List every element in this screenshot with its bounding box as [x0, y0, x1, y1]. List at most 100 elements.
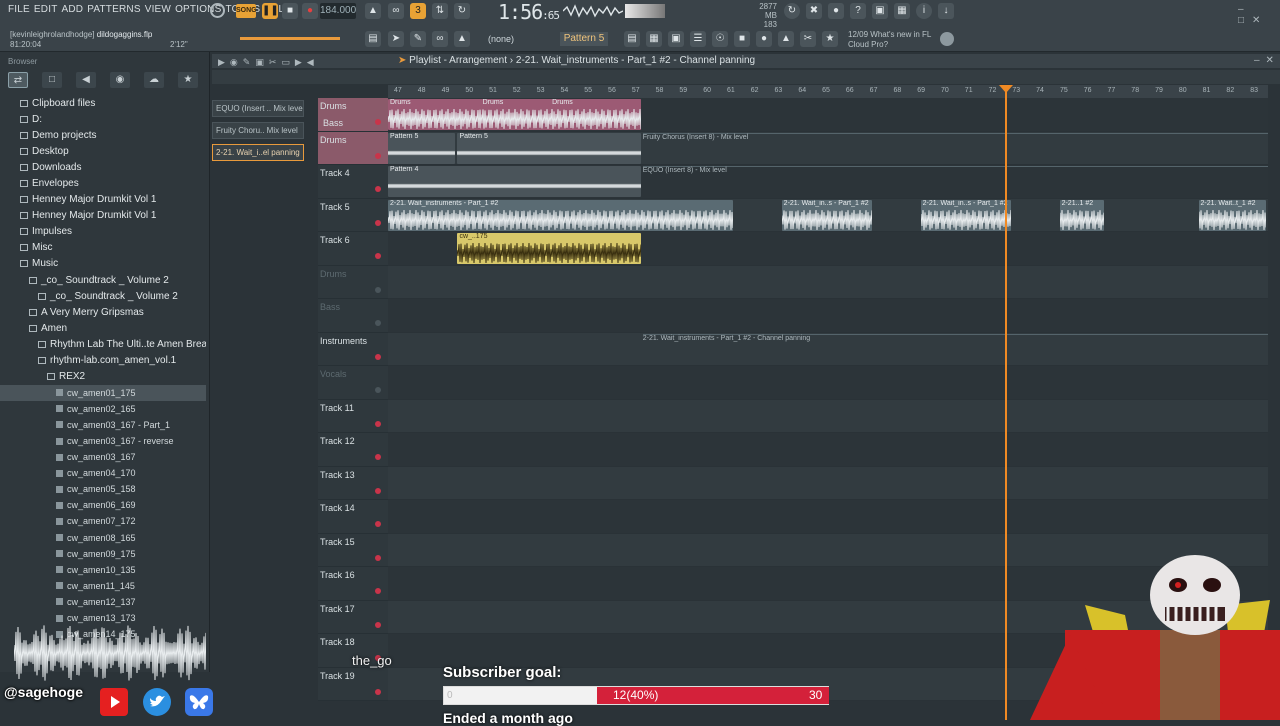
browser-cloud-icon[interactable]: ☁ — [144, 72, 164, 88]
track-lane[interactable]: 2-21. Wait_instruments - Part_1 #2 2-21. … — [388, 198, 1268, 232]
track-header[interactable]: Drums — [318, 131, 388, 165]
track-lane[interactable] — [388, 399, 1268, 433]
undo-history-icon[interactable] — [210, 3, 225, 18]
pattern-selector[interactable]: Pattern 5 — [560, 32, 608, 46]
picker-item[interactable]: EQUO (Insert .. Mix level — [212, 100, 304, 117]
track-lane[interactable]: cw_..175 — [388, 232, 1268, 266]
playlist-scrollbar[interactable] — [212, 70, 1280, 84]
browser-favorites-icon[interactable]: ★ — [178, 72, 198, 88]
browser-file-item[interactable]: cw_amen09_175 — [0, 546, 206, 562]
browser-folder-item[interactable]: Envelopes — [0, 175, 206, 191]
track-header[interactable]: Track 14 — [318, 500, 388, 534]
track-lane[interactable]: 2-21. Wait_instruments - Part_1 #2 - Cha… — [388, 332, 1268, 366]
browser-folder-item[interactable]: Desktop — [0, 143, 206, 159]
snap-selector[interactable]: (none) — [488, 34, 514, 44]
automation-clip[interactable]: Fruity Chorus (Insert 8) - Mix level — [642, 132, 1268, 164]
browser-file-item[interactable]: cw_amen08_165 — [0, 530, 206, 546]
play-button[interactable]: ❚❚ — [262, 3, 279, 19]
song-mode-toggle[interactable]: SONG — [236, 4, 257, 18]
picker-item[interactable]: 2-21. Wait_i..el panning — [212, 144, 304, 161]
playlist-clip[interactable]: Pattern 5 — [388, 132, 456, 164]
track-mute-icon[interactable] — [375, 454, 381, 460]
browser-folder-item[interactable]: rhythm-lab.com_amen_vol.1 — [0, 353, 206, 369]
browser-folder-item[interactable]: Rhythm Lab The Ulti..te Amen Breaks Pack — [0, 336, 206, 352]
window-controls[interactable]: –□✕ — [1238, 4, 1280, 26]
browser-folder-item[interactable]: D: — [0, 111, 206, 127]
browser-folder-item[interactable]: Demo projects — [0, 127, 206, 143]
browser-file-item[interactable]: cw_amen12_137 — [0, 594, 206, 610]
piano-roll-icon[interactable]: ▦ — [646, 31, 662, 47]
browser-folder-item[interactable]: A Very Merry Gripsmas — [0, 304, 206, 320]
track-mute-icon[interactable] — [375, 554, 381, 561]
tempo-display[interactable]: 184.000 — [320, 3, 356, 19]
channel-rack-icon[interactable]: ▣ — [668, 31, 684, 47]
track-header[interactable]: Bass — [318, 299, 388, 333]
picker-item[interactable]: Fruity Choru.. Mix level — [212, 122, 304, 139]
playlist-clip[interactable]: 2-21. Wait_instruments - Part_1 #2 — [388, 199, 734, 231]
track-header[interactable]: Track 19 — [318, 667, 388, 701]
track-mute-icon[interactable] — [375, 621, 381, 628]
browser-folder-item[interactable]: Amen — [0, 320, 206, 336]
master-volume-slider[interactable] — [240, 37, 340, 40]
save-icon[interactable]: ▣ — [872, 3, 888, 19]
track-header[interactable]: Track 4 — [318, 165, 388, 199]
timeline-ruler[interactable]: 47 48 49 50 51 52 53 54 55 56 57 58 59 60 61 62 63 64 65 66… — [388, 85, 1268, 98]
arrow-icon[interactable]: ➤ — [388, 31, 404, 47]
mixer-icon[interactable]: ▤ — [365, 31, 381, 47]
track-lane[interactable] — [388, 366, 1268, 400]
browser-icon[interactable]: ■ — [734, 31, 750, 47]
playlist-clip[interactable]: cw_..175 — [457, 233, 641, 264]
menu-item-view[interactable]: VIEW — [145, 4, 171, 15]
track-mute-icon[interactable] — [375, 588, 381, 594]
cart-icon[interactable]: ★ — [822, 31, 838, 47]
track-mute-icon[interactable] — [375, 253, 381, 259]
track-mute-icon[interactable] — [375, 487, 381, 494]
track-mute-icon[interactable] — [375, 353, 381, 360]
browser-current-project-icon[interactable]: □ — [42, 72, 62, 88]
track-lane[interactable]: Pattern 4 EQUO (Insert 8) - Mix level — [388, 165, 1268, 199]
track-mute-icon[interactable] — [375, 420, 381, 427]
track-mute-icon[interactable] — [375, 286, 381, 293]
browser-file-item[interactable]: cw_amen03_167 - reverse — [0, 433, 206, 449]
browser-file-item[interactable]: cw_amen05_158 — [0, 481, 206, 497]
menu-item-patterns[interactable]: PATTERNS — [87, 4, 140, 15]
track-header[interactable]: Track 11 — [318, 399, 388, 433]
browser-folder-item[interactable]: Henney Major Drumkit Vol 1 — [0, 192, 206, 208]
account-icon[interactable] — [940, 32, 954, 46]
track-lane[interactable]: Pattern 5 Pattern 5 Fruity Chorus (Insert … — [388, 131, 1268, 165]
track-header[interactable]: Drums Bass — [318, 98, 388, 132]
plugin-icon[interactable]: ▦ — [894, 3, 910, 19]
browser-file-item[interactable]: cw_amen01_175 — [0, 384, 206, 401]
browser-file-item[interactable]: cw_amen02_165 — [0, 401, 206, 417]
browser-file-item[interactable]: cw_amen03_167 - Part_1 — [0, 417, 206, 433]
stamp-icon[interactable]: ▲ — [454, 31, 470, 47]
track-lane[interactable] — [388, 500, 1268, 534]
link-icon[interactable]: ∞ — [432, 31, 448, 47]
track-lane[interactable] — [388, 299, 1268, 333]
track-mute-icon[interactable] — [375, 387, 381, 393]
track-header[interactable]: Drums — [318, 265, 388, 299]
blend-notes-icon[interactable]: ⇅ — [432, 3, 448, 19]
track-mute-icon[interactable] — [375, 219, 381, 226]
loop-record-icon[interactable]: ↻ — [454, 3, 470, 19]
menu-item-file[interactable]: FILE — [8, 4, 30, 15]
countdown-icon[interactable]: 3 — [410, 3, 426, 19]
plugin-picker-icon[interactable]: ● — [756, 31, 772, 47]
playlist-clip[interactable]: 2-21. Wait_in..s - Part_1 #2 — [781, 199, 873, 231]
track-header[interactable]: Track 17 — [318, 600, 388, 634]
playlist-clip[interactable]: 2-21..1 #2 — [1059, 199, 1104, 231]
playlist-clip[interactable]: 2-21. Wait..t_1 #2 — [1198, 199, 1266, 231]
cut-icon[interactable]: ✂ — [800, 31, 816, 47]
twitter-icon[interactable] — [143, 688, 171, 716]
track-mute-icon[interactable] — [375, 152, 381, 159]
browser-folder-item[interactable]: Downloads — [0, 159, 206, 175]
browser-folder-item[interactable]: _co_ Soundtrack _ Volume 2 — [0, 288, 206, 304]
browser-folder-item[interactable]: Music — [0, 256, 206, 272]
browser-file-item[interactable]: cw_amen03_167 — [0, 449, 206, 465]
metronome-icon[interactable]: ▲ — [365, 3, 381, 19]
browser-folder-item[interactable]: _co_ Soundtrack _ Volume 2 — [0, 272, 206, 288]
playlist-tool-icons[interactable]: ▶◉✎▣✂▭▶◀ — [218, 57, 319, 68]
menu-item-add[interactable]: ADD — [62, 4, 84, 15]
info-icon[interactable]: i — [916, 3, 932, 19]
browser-file-item[interactable]: cw_amen06_169 — [0, 497, 206, 513]
